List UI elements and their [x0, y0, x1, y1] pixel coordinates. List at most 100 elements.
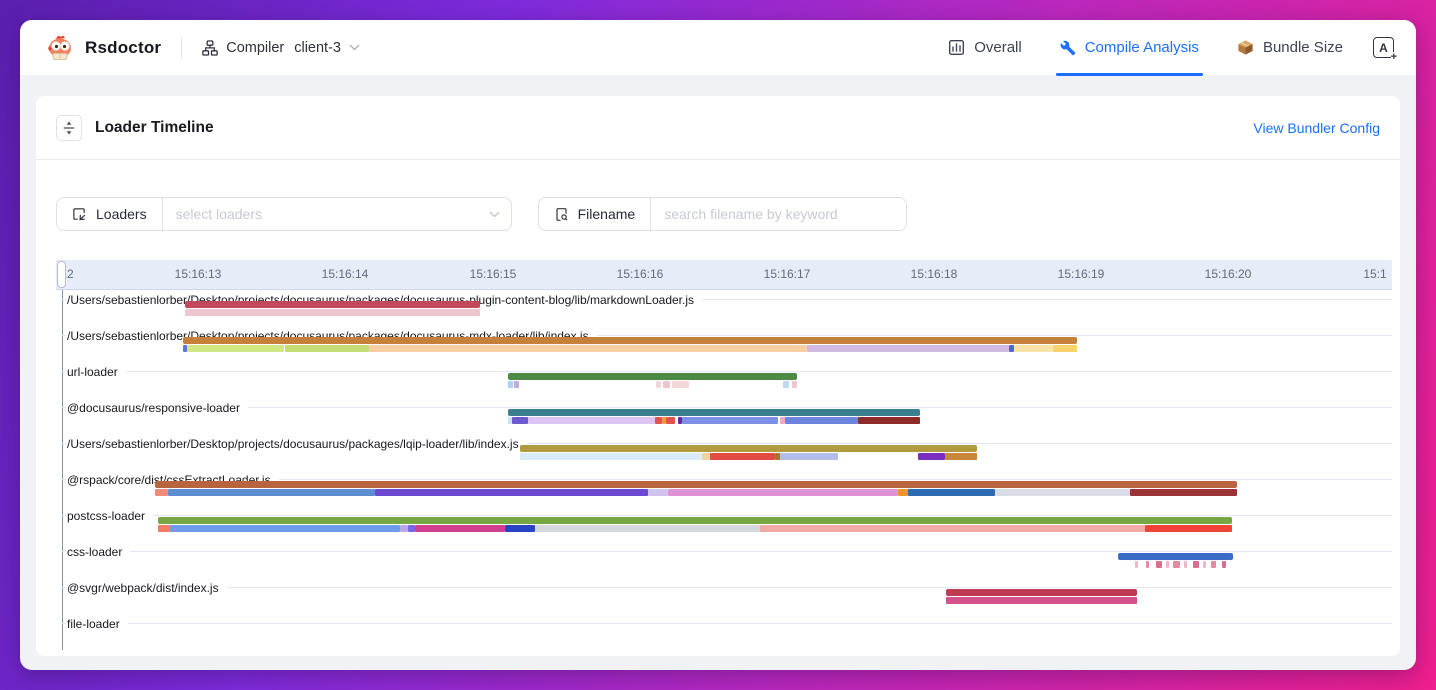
loader-segment-bar[interactable]: [408, 525, 415, 532]
loader-duration-bar[interactable]: [508, 373, 797, 380]
time-tick-label: 15:16:13: [175, 267, 222, 281]
loader-timeline-panel: Loader Timeline View Bundler Config Load…: [36, 96, 1400, 656]
row-guideline: [62, 587, 1392, 588]
timeline-row: @rspack/core/dist/cssExtractLoader.js: [56, 470, 1392, 506]
header-divider: [181, 37, 182, 59]
loader-segment-bar[interactable]: [1166, 561, 1169, 568]
nav-tab-overall[interactable]: Overall: [948, 20, 1022, 76]
timeline-row: file-loader: [56, 614, 1392, 650]
compiler-selector[interactable]: Compiler client-3: [202, 40, 360, 56]
loader-segment-bar[interactable]: [1184, 561, 1187, 568]
loader-segment-bar[interactable]: [1145, 525, 1232, 532]
loader-duration-bar[interactable]: [946, 589, 1137, 596]
loader-segment-bar[interactable]: [666, 417, 675, 424]
main-nav: Overall Compile Analysis Bundle Size: [948, 20, 1343, 76]
nav-tab-compile-analysis[interactable]: Compile Analysis: [1060, 20, 1199, 76]
loader-duration-bar[interactable]: [155, 481, 1237, 488]
loader-duration-bar[interactable]: [183, 337, 1077, 344]
loader-segment-bar[interactable]: [760, 525, 1145, 532]
loader-duration-bar[interactable]: [185, 301, 480, 308]
loader-duration-bar[interactable]: [1118, 553, 1233, 560]
row-label: @docusaurus/responsive-loader: [66, 401, 248, 415]
loader-segment-bar[interactable]: [1014, 345, 1053, 352]
top-bar: Rsdoctor Compiler client-3 OverallCompil…: [20, 20, 1416, 76]
loader-duration-bar[interactable]: [158, 517, 1232, 524]
loader-segment-bar[interactable]: [415, 525, 505, 532]
loader-segment-bar[interactable]: [285, 345, 369, 352]
loader-segment-bar[interactable]: [1130, 489, 1237, 496]
timeline-row: css-loader: [56, 542, 1392, 578]
time-tick-label: 15:1: [1363, 267, 1386, 281]
loader-segment-bar[interactable]: [1193, 561, 1199, 568]
loader-segment-bar[interactable]: [1135, 561, 1138, 568]
loader-segment-bar[interactable]: [858, 417, 920, 424]
loader-segment-bar[interactable]: [400, 525, 408, 532]
loader-segment-bar[interactable]: [185, 309, 480, 316]
loader-segment-bar[interactable]: [1053, 345, 1077, 352]
loader-segment-bar[interactable]: [155, 489, 168, 496]
column-height-icon[interactable]: [56, 115, 82, 141]
loader-segment-bar[interactable]: [1222, 561, 1226, 568]
loader-segment-bar[interactable]: [898, 489, 908, 496]
nav-tab-bundle-size[interactable]: Bundle Size: [1237, 20, 1343, 76]
loader-segment-bar[interactable]: [369, 345, 807, 352]
loader-segment-bar[interactable]: [908, 489, 995, 496]
loader-segment-bar[interactable]: [168, 489, 375, 496]
loader-segment-bar[interactable]: [1146, 561, 1149, 568]
loader-segment-bar[interactable]: [656, 381, 661, 388]
time-axis: :1215:16:1315:16:1415:16:1515:16:1615:16…: [56, 260, 1392, 290]
filename-search-input[interactable]: [651, 206, 906, 222]
loaders-select-input[interactable]: [163, 206, 511, 222]
loader-segment-bar[interactable]: [1173, 561, 1180, 568]
row-label: url-loader: [66, 365, 126, 379]
loader-segment-bar[interactable]: [508, 381, 513, 388]
loader-segment-bar[interactable]: [780, 453, 838, 460]
loader-segment-bar[interactable]: [1211, 561, 1216, 568]
loader-segment-bar[interactable]: [648, 489, 668, 496]
loader-segment-bar[interactable]: [785, 417, 858, 424]
view-bundler-config-link[interactable]: View Bundler Config: [1253, 120, 1380, 136]
loader-segment-bar[interactable]: [668, 489, 898, 496]
loader-segment-bar[interactable]: [945, 453, 977, 460]
loader-segment-bar[interactable]: [520, 453, 702, 460]
chevron-down-icon: [489, 211, 500, 218]
loader-segment-bar[interactable]: [783, 381, 789, 388]
loader-segment-bar[interactable]: [375, 489, 648, 496]
loader-duration-bar[interactable]: [520, 445, 977, 452]
loader-segment-bar[interactable]: [535, 525, 760, 532]
loader-segment-bar[interactable]: [995, 489, 1130, 496]
row-label: file-loader: [66, 617, 128, 631]
loader-segment-bar[interactable]: [528, 417, 655, 424]
loader-segment-bar[interactable]: [187, 345, 284, 352]
loader-segment-bar[interactable]: [946, 597, 1137, 604]
loader-segment-bar[interactable]: [1203, 561, 1206, 568]
loader-segment-bar[interactable]: [514, 381, 519, 388]
loader-segment-bar[interactable]: [170, 525, 400, 532]
loader-duration-bar[interactable]: [508, 409, 920, 416]
filename-filter-label: Filename: [578, 206, 636, 222]
loader-segment-bar[interactable]: [655, 417, 662, 424]
loader-segment-bar[interactable]: [682, 417, 778, 424]
loader-segment-bar[interactable]: [663, 381, 670, 388]
loader-segment-bar[interactable]: [792, 381, 797, 388]
timeline-row: @docusaurus/responsive-loader: [56, 398, 1392, 434]
time-tick-label: 15:16:19: [1058, 267, 1105, 281]
panel-header: Loader Timeline View Bundler Config: [36, 96, 1400, 160]
active-tab-underline: [1056, 73, 1203, 76]
timeline-brush-handle[interactable]: [57, 261, 66, 288]
timeline-row: @svgr/webpack/dist/index.js: [56, 578, 1392, 614]
loader-segment-bar[interactable]: [702, 453, 710, 460]
loader-segment-bar[interactable]: [918, 453, 945, 460]
sitemap-icon: [202, 40, 218, 56]
loader-segment-bar[interactable]: [1156, 561, 1162, 568]
loader-segment-bar[interactable]: [505, 525, 535, 532]
loader-segment-bar[interactable]: [512, 417, 528, 424]
language-switch-icon[interactable]: A+: [1373, 37, 1394, 58]
loader-segment-bar[interactable]: [710, 453, 775, 460]
timeline-row: postcss-loader: [56, 506, 1392, 542]
loader-segment-bar[interactable]: [158, 525, 170, 532]
loader-segment-bar[interactable]: [672, 381, 689, 388]
loaders-addon: Loaders: [57, 198, 163, 230]
loader-segment-bar[interactable]: [807, 345, 1009, 352]
chevron-down-icon: [349, 44, 360, 51]
